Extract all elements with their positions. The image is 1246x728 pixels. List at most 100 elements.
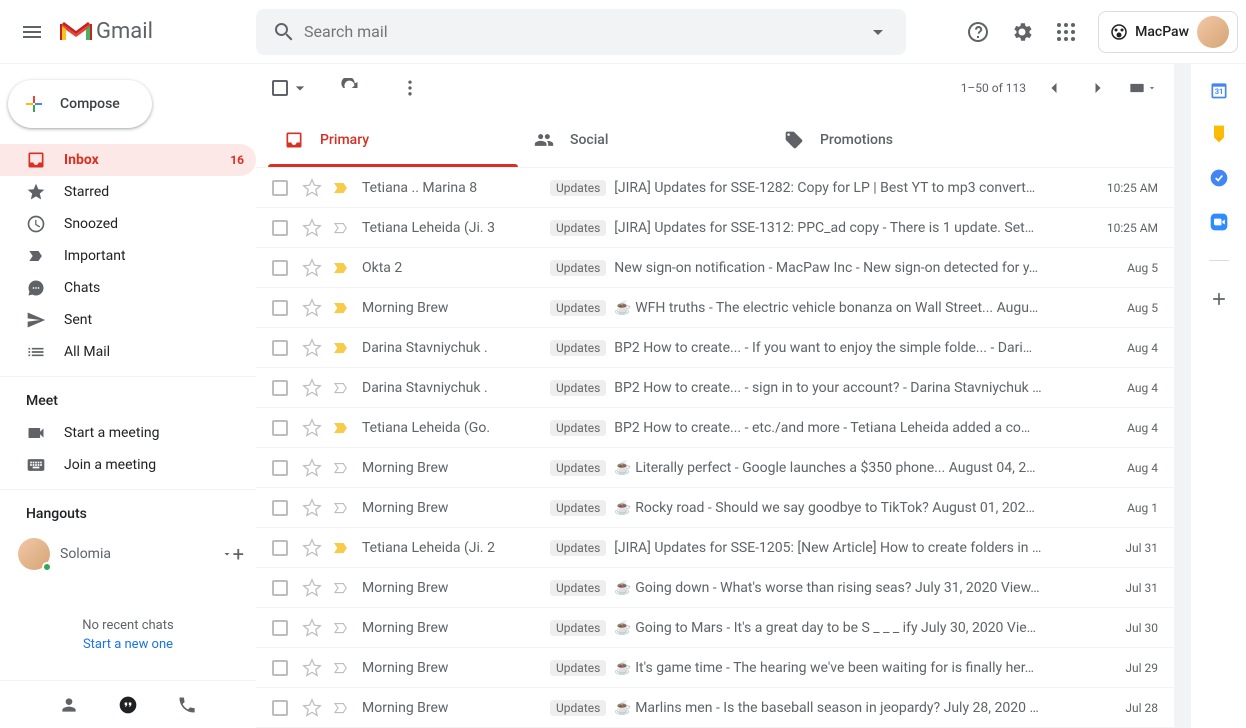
row-importance[interactable] — [332, 219, 352, 237]
row-star[interactable] — [302, 578, 322, 598]
row-checkbox[interactable] — [272, 460, 292, 476]
row-star[interactable] — [302, 178, 322, 198]
row-importance[interactable] — [332, 659, 352, 677]
nav-important[interactable]: Important — [0, 240, 256, 272]
nav-allmail[interactable]: All Mail — [0, 336, 256, 368]
calendar-icon[interactable]: 31 — [1209, 80, 1229, 100]
row-star[interactable] — [302, 298, 322, 318]
account-switcher[interactable]: MacPaw — [1098, 11, 1238, 53]
row-importance[interactable] — [332, 179, 352, 197]
search-box[interactable] — [256, 9, 906, 55]
row-star[interactable] — [302, 258, 322, 278]
email-row[interactable]: Morning Brew Updates ☕ Going down - What… — [256, 568, 1174, 608]
row-checkbox[interactable] — [272, 300, 292, 316]
compose-button[interactable]: Compose — [8, 80, 152, 128]
row-star[interactable] — [302, 338, 322, 358]
row-importance[interactable] — [332, 619, 352, 637]
input-tools-button[interactable] — [1126, 72, 1158, 104]
email-row[interactable]: Darina Stavniychuk . Updates BP2 How to … — [256, 368, 1174, 408]
select-all[interactable] — [272, 78, 310, 98]
row-star[interactable] — [302, 658, 322, 678]
menu-button[interactable] — [8, 8, 56, 56]
row-checkbox[interactable] — [272, 220, 292, 236]
email-row[interactable]: Darina Stavniychuk . Updates BP2 How to … — [256, 328, 1174, 368]
start-meeting[interactable]: Start a meeting — [0, 417, 256, 449]
row-checkbox[interactable] — [272, 620, 292, 636]
row-importance[interactable] — [332, 259, 352, 277]
email-row[interactable]: Morning Brew Updates ☕ Literally perfect… — [256, 448, 1174, 488]
hangouts-icon[interactable] — [118, 695, 138, 715]
email-row[interactable]: Tetiana Leheida (Ji. 2 Updates [JIRA] Up… — [256, 528, 1174, 568]
join-meeting[interactable]: Join a meeting — [0, 449, 256, 481]
keyboard-icon — [26, 455, 46, 475]
email-row[interactable]: Tetiana Leheida (Ji. 3 Updates [JIRA] Up… — [256, 208, 1174, 248]
row-checkbox[interactable] — [272, 580, 292, 596]
email-row[interactable]: Morning Brew Updates ☕ It's game time - … — [256, 648, 1174, 688]
tab-social[interactable]: Social — [518, 112, 768, 167]
row-checkbox[interactable] — [272, 340, 292, 356]
nav-sent[interactable]: Sent — [0, 304, 256, 336]
start-new-chat-link[interactable]: Start a new one — [0, 637, 256, 652]
email-row[interactable]: Okta 2 Updates New sign-on notification … — [256, 248, 1174, 288]
row-checkbox[interactable] — [272, 260, 292, 276]
support-button[interactable] — [958, 12, 998, 52]
row-body: Updates BP2 How to create... - If you wa… — [550, 340, 1086, 356]
settings-button[interactable] — [1002, 12, 1042, 52]
more-button[interactable] — [390, 68, 430, 108]
row-star[interactable] — [302, 498, 322, 518]
row-star[interactable] — [302, 458, 322, 478]
row-importance[interactable] — [332, 459, 352, 477]
row-importance[interactable] — [332, 579, 352, 597]
row-checkbox[interactable] — [272, 380, 292, 396]
search-button[interactable] — [264, 12, 304, 52]
row-checkbox[interactable] — [272, 540, 292, 556]
email-row[interactable]: Morning Brew Updates ☕ Marlins men - Is … — [256, 688, 1174, 728]
row-star[interactable] — [302, 618, 322, 638]
email-row[interactable]: Morning Brew Updates ☕ Rocky road - Shou… — [256, 488, 1174, 528]
tab-promotions[interactable]: Promotions — [768, 112, 1018, 167]
row-star[interactable] — [302, 698, 322, 718]
scroll-track[interactable] — [1174, 64, 1190, 728]
zoom-icon[interactable] — [1209, 212, 1229, 232]
email-row[interactable]: Morning Brew Updates ☕ WFH truths - The … — [256, 288, 1174, 328]
new-chat-button[interactable]: + — [233, 542, 244, 566]
person-icon[interactable] — [59, 695, 79, 715]
search-input[interactable] — [304, 22, 858, 41]
keep-icon[interactable] — [1209, 124, 1229, 144]
email-row[interactable]: Tetiana .. Marina 8 Updates [JIRA] Updat… — [256, 168, 1174, 208]
prev-page-button[interactable] — [1038, 72, 1070, 104]
row-star[interactable] — [302, 538, 322, 558]
search-options-button[interactable] — [858, 12, 898, 52]
nav-snoozed[interactable]: Snoozed — [0, 208, 256, 240]
nav-starred[interactable]: Starred — [0, 176, 256, 208]
row-checkbox[interactable] — [272, 660, 292, 676]
row-importance[interactable] — [332, 339, 352, 357]
tasks-icon[interactable] — [1209, 168, 1229, 188]
row-checkbox[interactable] — [272, 420, 292, 436]
apps-button[interactable] — [1046, 12, 1086, 52]
add-addon-icon[interactable] — [1209, 289, 1229, 309]
row-importance[interactable] — [332, 699, 352, 717]
row-checkbox[interactable] — [272, 180, 292, 196]
row-importance[interactable] — [332, 299, 352, 317]
gmail-logo[interactable]: Gmail — [56, 19, 153, 44]
hangouts-user-row[interactable]: Solomia + — [0, 530, 256, 578]
row-importance[interactable] — [332, 539, 352, 557]
email-row[interactable]: Tetiana Leheida (Go. Updates BP2 How to … — [256, 408, 1174, 448]
next-page-button[interactable] — [1082, 72, 1114, 104]
row-importance[interactable] — [332, 419, 352, 437]
inbox-icon — [284, 130, 304, 150]
refresh-button[interactable] — [330, 68, 370, 108]
row-star[interactable] — [302, 418, 322, 438]
nav-chats[interactable]: Chats — [0, 272, 256, 304]
row-importance[interactable] — [332, 499, 352, 517]
row-importance[interactable] — [332, 379, 352, 397]
row-checkbox[interactable] — [272, 500, 292, 516]
row-star[interactable] — [302, 218, 322, 238]
row-checkbox[interactable] — [272, 700, 292, 716]
tab-primary[interactable]: Primary — [268, 112, 518, 167]
row-star[interactable] — [302, 378, 322, 398]
phone-icon[interactable] — [177, 695, 197, 715]
email-row[interactable]: Morning Brew Updates ☕ Going to Mars - I… — [256, 608, 1174, 648]
nav-inbox[interactable]: Inbox 16 — [0, 144, 256, 176]
